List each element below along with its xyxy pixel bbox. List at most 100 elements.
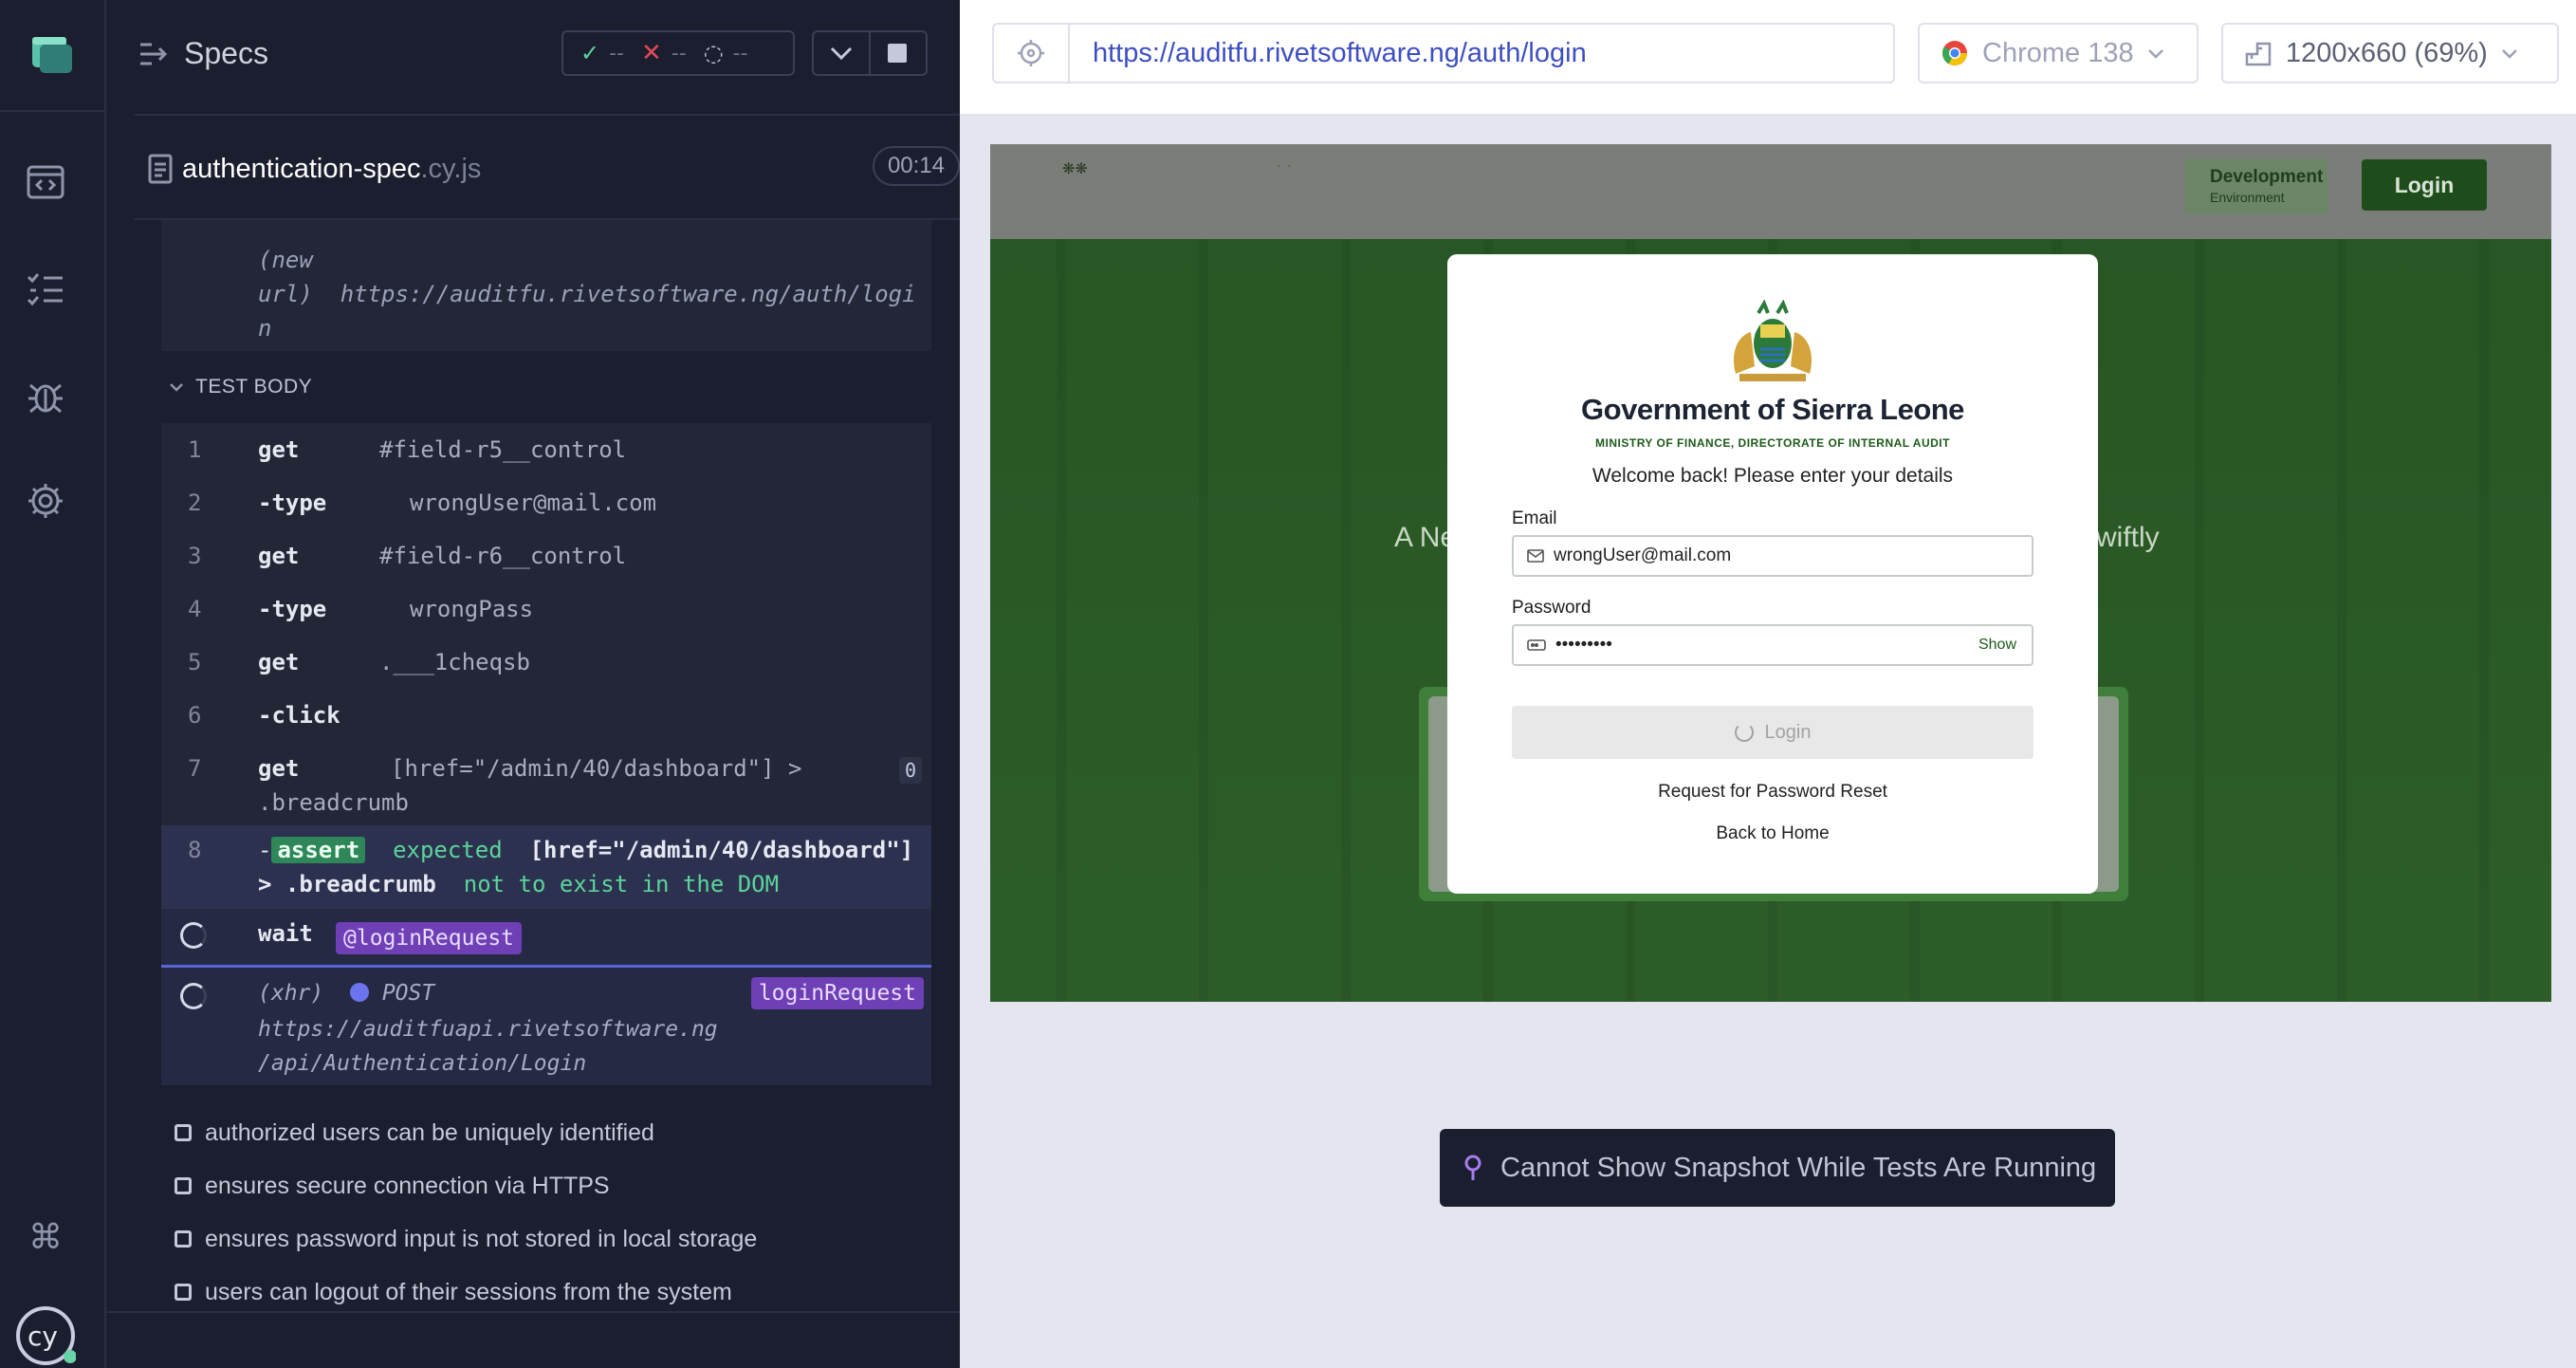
viewport-label: 1200x660 (69%) <box>2286 37 2488 68</box>
env-subtitle: Environment <box>2210 190 2285 205</box>
spec-file-row: authentication-spec.cy.js 00:14 <box>135 114 960 220</box>
password-reset-link[interactable]: Request for Password Reset <box>1447 782 2098 803</box>
assert-keyword: assert <box>271 837 366 863</box>
command-arg: #field-r5__control <box>379 436 627 463</box>
panel-divider <box>106 1311 960 1313</box>
test-item[interactable]: ensures secure connection via HTTPS <box>161 1159 939 1212</box>
xhr-method: POST <box>381 981 435 1006</box>
command-row[interactable]: 6 -click <box>161 689 931 742</box>
pending-test-icon <box>175 1177 192 1194</box>
stop-button[interactable] <box>869 30 928 76</box>
keyboard-shortcuts-icon[interactable]: ⌘ <box>25 1216 66 1258</box>
aut-iframe: ❋❋ · · Development Environment Login A N… <box>990 144 2551 1002</box>
failed-count: -- <box>671 41 687 65</box>
pin-icon <box>1464 1155 1481 1180</box>
passed-count: -- <box>609 41 624 65</box>
test-item[interactable]: ensures password input is not stored in … <box>161 1212 939 1266</box>
previous-command[interactable]: (new url) https://auditfu.rivetsoftware.… <box>161 220 931 351</box>
wait-command-row[interactable]: wait @loginRequest <box>161 909 931 968</box>
command-row[interactable]: 2 -type wrongUser@mail.com <box>161 476 931 529</box>
rail-logo <box>0 0 104 112</box>
command-row[interactable]: 5 get .___1cheqsb <box>161 636 931 689</box>
collapse-specs-icon[interactable] <box>138 42 167 66</box>
viewport-select[interactable]: 1200x660 (69%) <box>2221 23 2559 83</box>
command-name: get <box>258 543 300 569</box>
command-number: 5 <box>188 649 202 675</box>
site-nav-dots-icon: · · <box>1277 159 1292 173</box>
show-password-toggle[interactable]: Show <box>1978 637 2016 654</box>
site-logo-icon: ❋❋ <box>1062 159 1088 177</box>
specs-title[interactable]: Specs <box>184 36 268 71</box>
runs-nav-icon[interactable] <box>25 268 66 309</box>
assert-dash: - <box>258 837 272 863</box>
document-icon <box>148 154 173 184</box>
password-label: Password <box>1512 598 1592 618</box>
pending-test-icon <box>175 1124 192 1141</box>
test-item[interactable]: authorized users can be uniquely identif… <box>161 1106 939 1159</box>
xhr-alias-badge: loginRequest <box>750 977 924 1009</box>
nav-login-button[interactable]: Login <box>2362 159 2487 211</box>
email-value: wrongUser@mail.com <box>1554 545 1732 565</box>
x-icon: ✕ <box>641 39 662 67</box>
assert-tail: not to exist in the DOM <box>463 871 780 897</box>
svg-text:cy: cy <box>28 1321 58 1352</box>
coat-of-arms-icon <box>1733 300 1812 381</box>
auto-scroll-button[interactable] <box>812 30 871 76</box>
command-row[interactable]: 7 get [href="/admin/40/dashboard"] > .br… <box>161 742 931 825</box>
cypress-logo-icon: cy <box>15 1305 76 1366</box>
command-row[interactable]: 1 get #field-r5__control <box>161 423 931 476</box>
welcome-text: Welcome back! Please enter your details <box>1592 465 1954 487</box>
assert-line-2: > .breadcrumb not to exist in the DOM <box>258 871 779 897</box>
url-bar[interactable]: https://auditfu.rivetsoftware.ng/auth/lo… <box>992 23 1895 83</box>
pending-test-icon <box>175 1284 192 1301</box>
gov-title: Government of Sierra Leone <box>1581 393 1964 426</box>
command-name: -click <box>258 702 340 729</box>
test-title: ensures secure connection via HTTPS <box>205 1172 610 1199</box>
xhr-url-wrap: /api/Authentication/Login <box>258 1051 587 1076</box>
chevron-down-icon <box>2147 48 2163 59</box>
selector-playground-button[interactable] <box>994 25 1070 82</box>
spec-extension: .cy.js <box>420 154 482 184</box>
command-row[interactable]: 4 -type wrongPass <box>161 582 931 636</box>
failed-stat: ✕ -- <box>641 39 687 67</box>
command-name: get <box>258 436 300 463</box>
command-row[interactable]: 3 get #field-r6__control <box>161 529 931 582</box>
email-label: Email <box>1512 508 1557 528</box>
prev-command-line2: url) https://auditfu.rivetsoftware.ng/au… <box>258 277 931 311</box>
spinner-icon <box>180 922 207 949</box>
url-text: https://auditfu.rivetsoftware.ng/auth/lo… <box>1093 37 1587 68</box>
xhr-line-1: (xhr) POST <box>258 981 434 1006</box>
test-title: users can logout of their sessions from … <box>205 1278 732 1305</box>
test-body-section[interactable]: TEST BODY <box>161 351 931 423</box>
xhr-command-row[interactable]: (xhr) POST loginRequest https://auditfua… <box>161 968 931 1085</box>
command-arg-wrap: .breadcrumb <box>258 789 409 816</box>
settings-gear-icon[interactable] <box>25 480 66 522</box>
login-submit-button[interactable]: Login <box>1512 706 2033 759</box>
password-field[interactable]: ••••••••• Show <box>1512 624 2033 666</box>
command-number: 3 <box>188 543 202 569</box>
alias-badge: @loginRequest <box>336 922 523 954</box>
browser-select[interactable]: Chrome 138 <box>1918 23 2199 83</box>
chevron-down-icon <box>830 46 853 60</box>
project-icon[interactable] <box>30 35 74 75</box>
ministry-subtitle: MINISTRY OF FINANCE, DIRECTORATE OF INTE… <box>1595 436 1950 450</box>
chevron-down-icon <box>2501 48 2517 59</box>
assert-expected: expected <box>393 837 503 863</box>
assert-command-row[interactable]: 8 - assert expected [href="/admin/40/dash… <box>161 825 931 909</box>
xhr-kind: (xhr) <box>258 981 324 1006</box>
spec-file-name[interactable]: authentication-spec.cy.js <box>182 154 481 185</box>
command-log: (new url) https://auditfu.rivetsoftware.… <box>161 220 931 1085</box>
back-home-link[interactable]: Back to Home <box>1447 823 2098 844</box>
nav-rail: ⌘ cy <box>0 0 106 1368</box>
specs-nav-icon[interactable] <box>25 161 66 203</box>
email-field[interactable]: wrongUser@mail.com <box>1512 535 2033 577</box>
assert-line-1: - assert expected [href="/admin/40/dashbo… <box>258 837 913 863</box>
command-arg: #field-r6__control <box>379 543 627 569</box>
prev-url: https://auditfu.rivetsoftware.ng/auth/lo… <box>340 281 916 307</box>
debug-nav-icon[interactable] <box>25 376 66 417</box>
snapshot-toast: Cannot Show Snapshot While Tests Are Run… <box>1440 1129 2115 1207</box>
new-label: (new <box>258 247 313 273</box>
runner-header: Specs ✓ -- ✕ -- ◌ -- <box>106 0 960 114</box>
command-number: 7 <box>188 755 202 782</box>
chevron-down-icon <box>170 383 183 392</box>
